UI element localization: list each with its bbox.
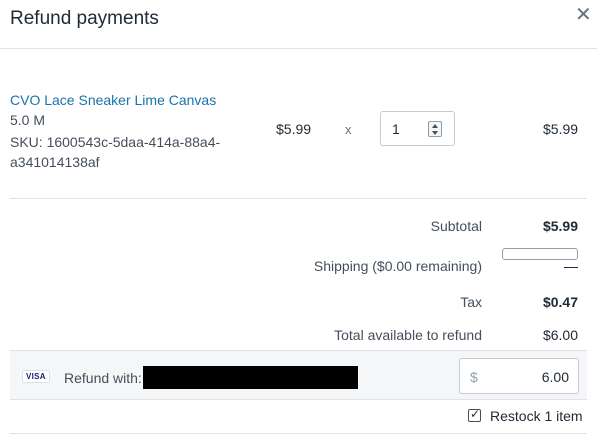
unit-price: $5.99 [276, 121, 312, 137]
shipping-label: Shipping ($0.00 remaining) [313, 258, 482, 274]
divider [10, 433, 587, 434]
multiply-sign: x [345, 122, 352, 137]
product-sku: SKU: 1600543c-5daa-414a-88a4-a341014138a… [10, 134, 221, 170]
quantity-value: 1 [392, 121, 400, 137]
subtotal-label: Subtotal [430, 218, 482, 234]
total-available-value: $6.00 [542, 327, 578, 343]
product-name-link[interactable]: CVO Lace Sneaker Lime Canvas [10, 92, 216, 108]
line-total: $5.99 [543, 121, 579, 137]
currency-prefix: $ [470, 369, 478, 385]
refund-amount-value: 6.00 [541, 369, 569, 385]
quantity-stepper[interactable]: 1 [380, 111, 455, 146]
spinner-arrows-icon[interactable] [428, 121, 442, 137]
tax-value: $0.47 [542, 294, 578, 310]
checkmark-icon: ✓ [470, 407, 481, 421]
divider [10, 198, 587, 199]
spinner-up-icon[interactable] [432, 124, 438, 128]
refund-with-label: Refund with: [64, 370, 142, 386]
subtotal-value: $5.99 [542, 218, 578, 234]
spinner-down-icon[interactable] [432, 131, 438, 135]
modal-title: Refund payments [10, 8, 159, 29]
redacted-payment-details [143, 366, 358, 389]
refund-method-row: VISA Refund with: $ 6.00 [10, 350, 587, 400]
close-icon[interactable]: ✕ [575, 5, 592, 25]
restock-checkbox[interactable]: ✓ [468, 407, 481, 422]
total-available-label: Total available to refund [334, 327, 482, 343]
tax-label: Tax [460, 294, 482, 310]
product-variant: 5.0 M [10, 112, 46, 128]
restock-label[interactable]: Restock 1 item [490, 408, 583, 424]
modal-header: Refund payments ✕ [0, 0, 597, 49]
shipping-value [564, 258, 578, 268]
visa-card-icon: VISA [22, 370, 50, 383]
refund-amount-input[interactable]: $ 6.00 [459, 358, 579, 394]
